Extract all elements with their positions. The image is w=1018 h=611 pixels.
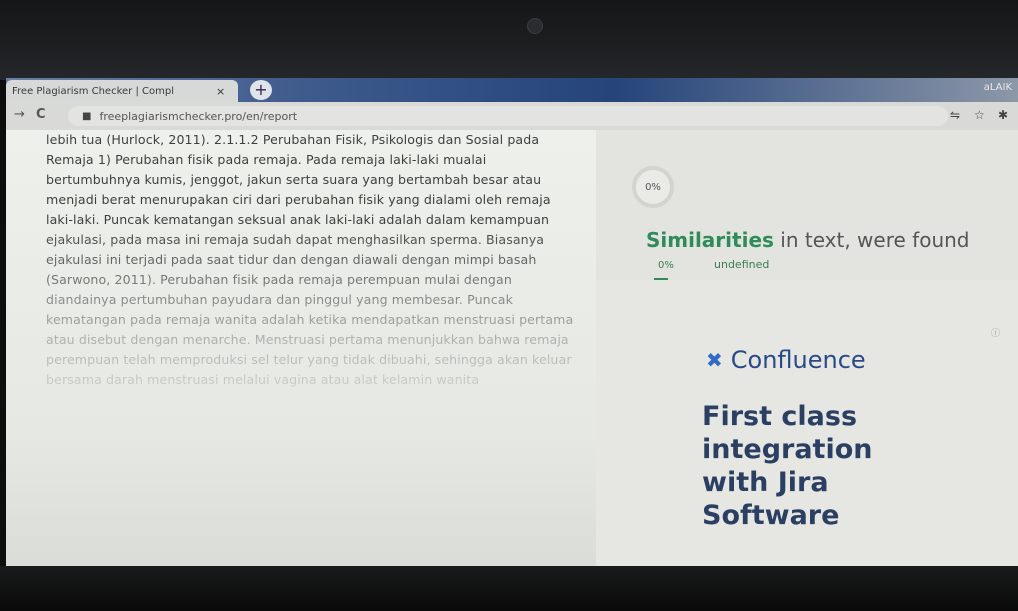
report-page: lebih tua (Hurlock, 2011). 2.1.1.2 Perub… bbox=[6, 130, 1018, 566]
checked-text-panel: lebih tua (Hurlock, 2011). 2.1.1.2 Perub… bbox=[6, 130, 596, 566]
source-percent[interactable]: 0% bbox=[658, 260, 674, 271]
similarity-percent-circle: 0% bbox=[632, 166, 674, 208]
tab-title: Free Plagiarism Checker | Compl bbox=[12, 85, 174, 97]
new-tab-button[interactable]: + bbox=[250, 80, 272, 100]
address-toolbar: → C ■ freeplagiarismchecker.pro/en/repor… bbox=[6, 102, 1018, 130]
checked-text: lebih tua (Hurlock, 2011). 2.1.1.2 Perub… bbox=[46, 132, 574, 387]
laptop-bezel-top bbox=[0, 0, 1018, 80]
similarity-result: 0% Similarities in text, were found 0% u… bbox=[596, 130, 1018, 280]
reload-icon[interactable]: C bbox=[36, 107, 46, 122]
ad-headline[interactable]: First class integration with Jira Softwa… bbox=[702, 400, 922, 532]
extensions-icon[interactable]: ✱ bbox=[998, 108, 1008, 122]
tab-strip: Free Plagiarism Checker | Compl × + aLAI… bbox=[6, 78, 1018, 102]
report-sidebar: 0% Similarities in text, were found 0% u… bbox=[596, 130, 1018, 566]
laptop-bezel-bottom bbox=[0, 566, 1018, 611]
forward-arrow-icon[interactable]: → bbox=[14, 107, 25, 122]
address-bar[interactable]: ■ freeplagiarismchecker.pro/en/report bbox=[68, 106, 948, 126]
browser-window: Free Plagiarism Checker | Compl × + aLAI… bbox=[6, 78, 1018, 566]
ad-brand-name: Confluence bbox=[730, 346, 866, 374]
star-icon[interactable]: ☆ bbox=[974, 108, 985, 122]
ad-info-icon[interactable]: ⓘ bbox=[991, 326, 1000, 339]
source-link[interactable]: undefined bbox=[714, 258, 769, 271]
similarity-heading: Similarities in text, were found bbox=[646, 228, 970, 252]
ad-logo[interactable]: ✖ Confluence bbox=[706, 346, 866, 374]
tab-plagiarism-checker[interactable]: Free Plagiarism Checker | Compl × bbox=[6, 80, 238, 102]
similarity-percent: 0% bbox=[645, 181, 661, 193]
tab-close-icon[interactable]: × bbox=[216, 85, 225, 98]
active-source-indicator bbox=[654, 278, 668, 280]
webcam bbox=[527, 18, 543, 34]
similarities-label: Similarities bbox=[646, 228, 774, 252]
translate-icon[interactable]: ⇋ bbox=[950, 108, 960, 122]
confluence-logo-icon: ✖ bbox=[706, 348, 723, 372]
lock-icon: ■ bbox=[82, 110, 92, 122]
similarities-rest: in text, were found bbox=[773, 228, 970, 252]
profile-label[interactable]: aLAIK bbox=[984, 82, 1012, 93]
url-text: freeplagiarismchecker.pro/en/report bbox=[99, 109, 298, 123]
